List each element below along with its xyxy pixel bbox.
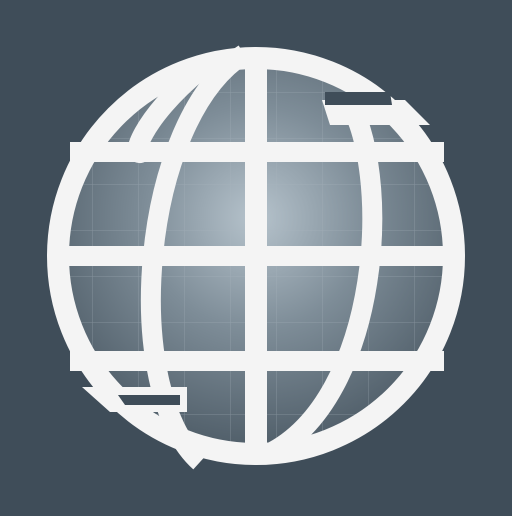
app-icon (0, 0, 512, 512)
globe-icon (0, 0, 512, 512)
